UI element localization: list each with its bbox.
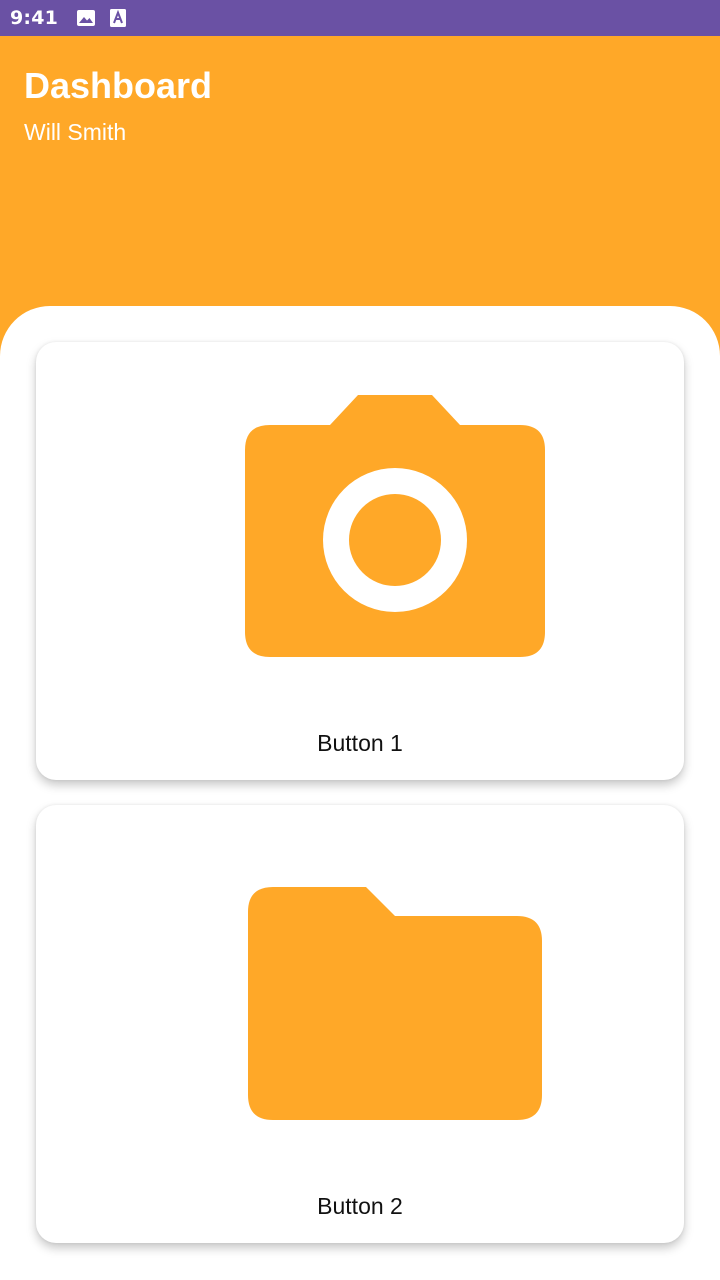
dashboard-screen: 9:41 Dashboard Will Smith Button 1 Butto…	[0, 0, 720, 1280]
status-time: 9:41	[10, 7, 59, 29]
folder-icon	[248, 887, 542, 1120]
status-bar: 9:41	[0, 0, 720, 36]
text-a-icon	[108, 8, 128, 28]
user-name: Will Smith	[24, 119, 127, 145]
button-2-label: Button 2	[317, 1193, 403, 1219]
button-1-card[interactable]: Button 1	[36, 342, 684, 780]
image-icon	[76, 8, 96, 28]
button-2-card[interactable]: Button 2	[36, 805, 684, 1243]
page-title: Dashboard	[24, 65, 213, 106]
button-1-label: Button 1	[317, 730, 403, 756]
camera-icon	[245, 395, 545, 657]
